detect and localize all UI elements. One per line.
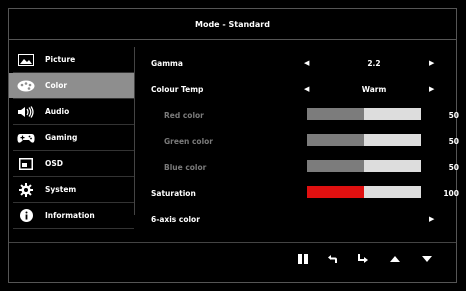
green-color-value: 50 [448,137,459,146]
button-bar [9,243,456,283]
sidebar-item-label: Information [45,211,95,220]
back-icon[interactable] [325,253,341,265]
blue-color-setting[interactable]: Blue color 50 [149,157,459,183]
sidebar-item-label: OSD [45,159,64,168]
green-color-slider[interactable] [307,134,421,146]
slider-fill [307,134,364,146]
green-color-setting[interactable]: Green color 50 [149,131,459,157]
osd-menu: Mode - Standard Picture Color Audio Gami… [8,8,459,283]
sidebar: Picture Color Audio Gaming OSD System In… [9,47,134,229]
arrow-left-icon[interactable]: ◀ [304,85,309,93]
saturation-slider[interactable] [307,186,421,198]
saturation-setting[interactable]: Saturation 100 [149,183,459,209]
colour-temp-label: Colour Temp [151,85,204,94]
sidebar-item-gaming[interactable]: Gaming [9,125,134,151]
red-color-setting[interactable]: Red color 50 [149,105,459,131]
blue-color-label: Blue color [164,163,207,172]
blue-color-value: 50 [448,163,459,172]
sidebar-item-picture[interactable]: Picture [9,47,134,73]
osd-icon [17,157,35,171]
slider-fill [307,108,364,120]
info-icon [17,209,35,223]
arrow-right-icon[interactable]: ▶ [429,85,434,93]
up-icon[interactable] [387,253,403,265]
page-title: Mode - Standard [9,9,456,40]
pause-icon[interactable] [295,253,311,265]
red-color-slider[interactable] [307,108,421,120]
gear-icon [17,182,35,197]
palette-icon [17,79,35,93]
gamma-setting[interactable]: Gamma ◀ 2.2 ▶ [149,53,449,79]
gamma-value: 2.2 [367,59,381,68]
saturation-label: Saturation [151,189,196,198]
six-axis-color-label: 6-axis color [151,215,200,224]
divider [134,47,135,215]
red-color-value: 50 [448,111,459,120]
sidebar-item-system[interactable]: System [9,177,134,203]
saturation-value: 100 [443,189,459,198]
slider-fill [307,186,364,198]
down-icon[interactable] [419,253,435,265]
settings-panel: Gamma ◀ 2.2 ▶ Colour Temp ◀ Warm ▶ Red c… [149,53,459,235]
picture-icon [17,53,35,67]
gamma-label: Gamma [151,59,183,68]
slider-fill [307,160,364,172]
sidebar-item-information[interactable]: Information [9,203,134,229]
speaker-icon [17,105,35,119]
sidebar-item-label: Color [45,81,68,90]
enter-icon[interactable] [355,253,371,265]
arrow-right-icon[interactable]: ▶ [429,215,434,223]
arrow-left-icon[interactable]: ◀ [304,59,309,67]
gamepad-icon [17,131,35,145]
blue-color-slider[interactable] [307,160,421,172]
sidebar-item-label: Gaming [45,133,78,142]
sidebar-item-label: System [45,185,77,194]
colour-temp-value: Warm [361,85,387,94]
red-color-label: Red color [164,111,204,120]
sidebar-item-label: Audio [45,107,70,116]
sidebar-item-color[interactable]: Color [9,73,134,99]
green-color-label: Green color [164,137,213,146]
six-axis-color-setting[interactable]: 6-axis color ▶ [149,209,449,235]
sidebar-item-label: Picture [45,55,76,64]
sidebar-item-osd[interactable]: OSD [9,151,134,177]
colour-temp-setting[interactable]: Colour Temp ◀ Warm ▶ [149,79,449,105]
arrow-right-icon[interactable]: ▶ [429,59,434,67]
sidebar-item-audio[interactable]: Audio [9,99,134,125]
